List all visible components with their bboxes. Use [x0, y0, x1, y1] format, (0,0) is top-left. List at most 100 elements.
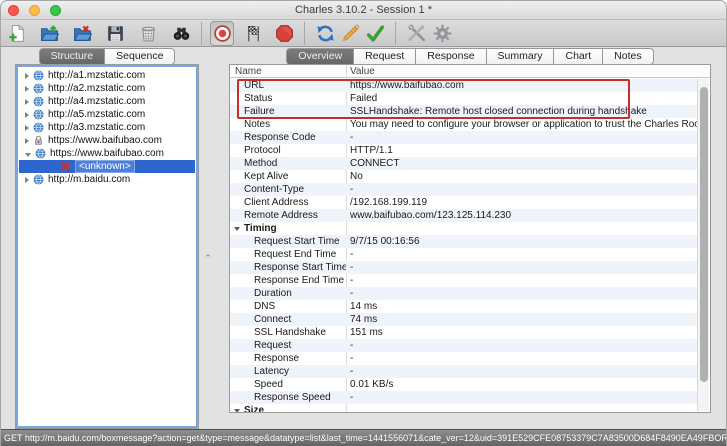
trash-button[interactable] — [136, 21, 160, 46]
row-value: www.baifubao.com/123.125.114.230 — [350, 210, 512, 221]
row-value: 9/7/15 00:16:56 — [350, 236, 420, 247]
tree-item[interactable]: http://a3.mzstatic.com — [19, 121, 195, 134]
tree-item[interactable]: http://a1.mzstatic.com — [19, 69, 195, 82]
tree-item[interactable]: https://www.baifubao.com — [19, 134, 195, 147]
row-value: - — [350, 184, 354, 195]
tree-item[interactable]: <unknown> — [19, 160, 195, 173]
tab-request[interactable]: Request — [353, 48, 417, 65]
row-name: Method — [244, 158, 278, 169]
row-value: https://www.baifubao.com — [350, 80, 464, 91]
new-file-button[interactable] — [4, 21, 28, 46]
table-row: Notes You may need to configure your brow… — [230, 118, 697, 131]
expander-collapsed-icon[interactable] — [25, 111, 29, 118]
close-folder-button[interactable] — [70, 21, 94, 46]
table-row: SSL Handshake 151 ms — [230, 326, 697, 339]
row-name: Request End Time — [254, 249, 337, 260]
expander-collapsed-icon[interactable] — [25, 137, 29, 144]
gear-icon — [432, 23, 453, 44]
tools-button[interactable] — [404, 21, 428, 46]
tree-item[interactable]: http://a5.mzstatic.com — [19, 108, 195, 121]
tab-chart[interactable]: Chart — [553, 48, 604, 65]
row-value: CONNECT — [350, 158, 400, 169]
group-collapse-icon[interactable] — [234, 226, 240, 231]
tree-item-label: <unknown> — [75, 160, 135, 173]
pencil-icon — [340, 23, 361, 44]
row-value: - — [350, 132, 354, 143]
table-group-row[interactable]: Size — [230, 404, 697, 412]
binoculars-icon — [171, 23, 192, 44]
row-value: - — [350, 366, 354, 377]
checkered-flags-button[interactable] — [241, 21, 265, 46]
row-name: SSL Handshake — [254, 327, 326, 338]
table-row: Failure SSLHandshake: Remote host closed … — [230, 105, 697, 118]
tab-structure[interactable]: Structure — [38, 48, 106, 65]
row-value — [346, 404, 697, 412]
structure-sequence-tabbar: Structure Sequence — [15, 48, 199, 65]
toolbar-separator — [395, 21, 396, 45]
row-name: Request Start Time — [254, 236, 340, 247]
record-button[interactable] — [210, 20, 234, 46]
toolbar-separator — [304, 21, 305, 45]
detail-tabbar: Overview Request Response Summary Chart Notes — [229, 48, 711, 65]
toolbar-separator — [201, 21, 202, 45]
binoculars-button[interactable] — [169, 21, 193, 46]
pencil-button[interactable] — [338, 21, 362, 46]
tree-item-label: http://a3.mzstatic.com — [48, 122, 146, 133]
table-row: Remote Address www.baifubao.com/123.125.1… — [230, 209, 697, 222]
row-name: Protocol — [244, 145, 281, 156]
row-name: Response Speed — [254, 392, 331, 403]
structure-tree-panel: http://a1.mzstatic.com http://a2.mzstatic… — [15, 64, 199, 429]
toolbar-group — [4, 21, 193, 46]
tree-item-label: http://a2.mzstatic.com — [48, 83, 146, 94]
row-name: Failure — [244, 106, 275, 117]
splitter-handle[interactable]: ⌃ — [202, 253, 214, 264]
charles-app-window: Charles 3.10.2 - Session 1 * Structure Se… — [0, 0, 727, 446]
stop-sign-button[interactable] — [272, 21, 296, 46]
scrollbar-thumb[interactable] — [700, 87, 708, 382]
row-name: Timing — [244, 223, 277, 234]
table-row: Response End Time - — [230, 274, 697, 287]
error-x-icon — [60, 161, 71, 172]
save-button[interactable] — [103, 21, 127, 46]
close-folder-icon — [72, 23, 93, 44]
row-value: 0.01 KB/s — [350, 379, 394, 390]
refresh-icon — [315, 23, 336, 44]
open-folder-button[interactable] — [37, 21, 61, 46]
expander-collapsed-icon[interactable] — [25, 124, 29, 131]
stop-sign-icon — [274, 23, 295, 44]
row-name: DNS — [254, 301, 276, 312]
tab-response[interactable]: Response — [415, 48, 487, 65]
group-collapse-icon[interactable] — [234, 408, 240, 412]
expander-collapsed-icon[interactable] — [25, 176, 29, 183]
vertical-scrollbar[interactable] — [697, 79, 709, 411]
table-row: Method CONNECT — [230, 157, 697, 170]
table-row: Response Speed - — [230, 391, 697, 404]
tab-summary[interactable]: Summary — [485, 48, 555, 65]
row-value: - — [350, 288, 354, 299]
table-group-row[interactable]: Timing — [230, 222, 697, 235]
column-header-name: Name — [235, 66, 262, 77]
expander-collapsed-icon[interactable] — [25, 85, 29, 92]
toolbar-group — [210, 20, 296, 46]
tree-item[interactable]: http://a2.mzstatic.com — [19, 82, 195, 95]
tab-notes[interactable]: Notes — [602, 48, 654, 65]
tab-overview[interactable]: Overview — [286, 48, 355, 65]
tree-item[interactable]: http://m.baidu.com — [19, 173, 195, 186]
expander-expanded-icon[interactable] — [25, 152, 31, 157]
expander-collapsed-icon[interactable] — [25, 98, 29, 105]
tab-sequence[interactable]: Sequence — [104, 48, 176, 65]
row-name: Notes — [244, 119, 271, 130]
gear-button[interactable] — [430, 21, 454, 46]
expander-collapsed-icon[interactable] — [25, 72, 29, 79]
tools-icon — [406, 23, 427, 44]
window-title: Charles 3.10.2 - Session 1 * — [295, 4, 432, 16]
refresh-button[interactable] — [313, 21, 337, 46]
checkered-flags-icon — [243, 23, 264, 44]
row-name: Client Address — [244, 197, 309, 208]
tree-item[interactable]: https://www.baifubao.com — [19, 147, 195, 160]
toolbar — [1, 20, 726, 47]
row-value: 14 ms — [350, 301, 378, 312]
tree-item[interactable]: http://a4.mzstatic.com — [19, 95, 195, 108]
checkmark-button[interactable] — [363, 21, 387, 46]
row-name: Duration — [254, 288, 292, 299]
